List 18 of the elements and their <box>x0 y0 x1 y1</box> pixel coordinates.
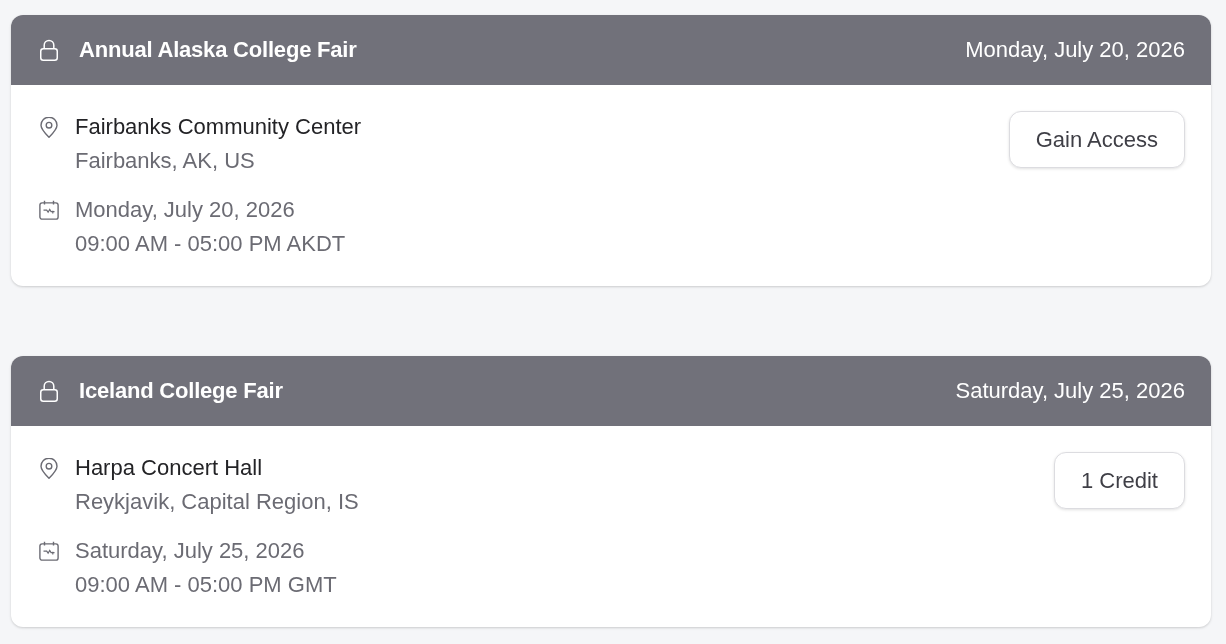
header-date: Monday, July 20, 2026 <box>965 37 1185 63</box>
event-time: 09:00 AM - 05:00 PM GMT <box>75 571 337 599</box>
header-date: Saturday, July 25, 2026 <box>955 378 1185 404</box>
action-button[interactable]: 1 Credit <box>1053 452 1185 509</box>
venue-address: Fairbanks, AK, US <box>75 147 256 175</box>
venue-name: Harpa Concert Hall <box>75 454 264 482</box>
event-date: Saturday, July 25, 2026 <box>75 537 306 565</box>
calendar-icon <box>39 541 59 561</box>
map-pin-icon <box>40 458 58 479</box>
venue-name: Fairbanks Community Center <box>75 113 362 141</box>
event-time: 09:00 AM - 05:00 PM AKDT <box>75 230 346 258</box>
map-pin-icon <box>40 117 58 138</box>
event-title: Annual Alaska College Fair <box>79 37 357 63</box>
venue-address: Reykjavik, Capital Region, IS <box>75 488 359 516</box>
event-date: Monday, July 20, 2026 <box>75 196 296 224</box>
action-button[interactable]: Gain Access <box>1008 111 1185 168</box>
event-title: Iceland College Fair <box>79 378 283 404</box>
calendar-icon <box>39 200 59 220</box>
